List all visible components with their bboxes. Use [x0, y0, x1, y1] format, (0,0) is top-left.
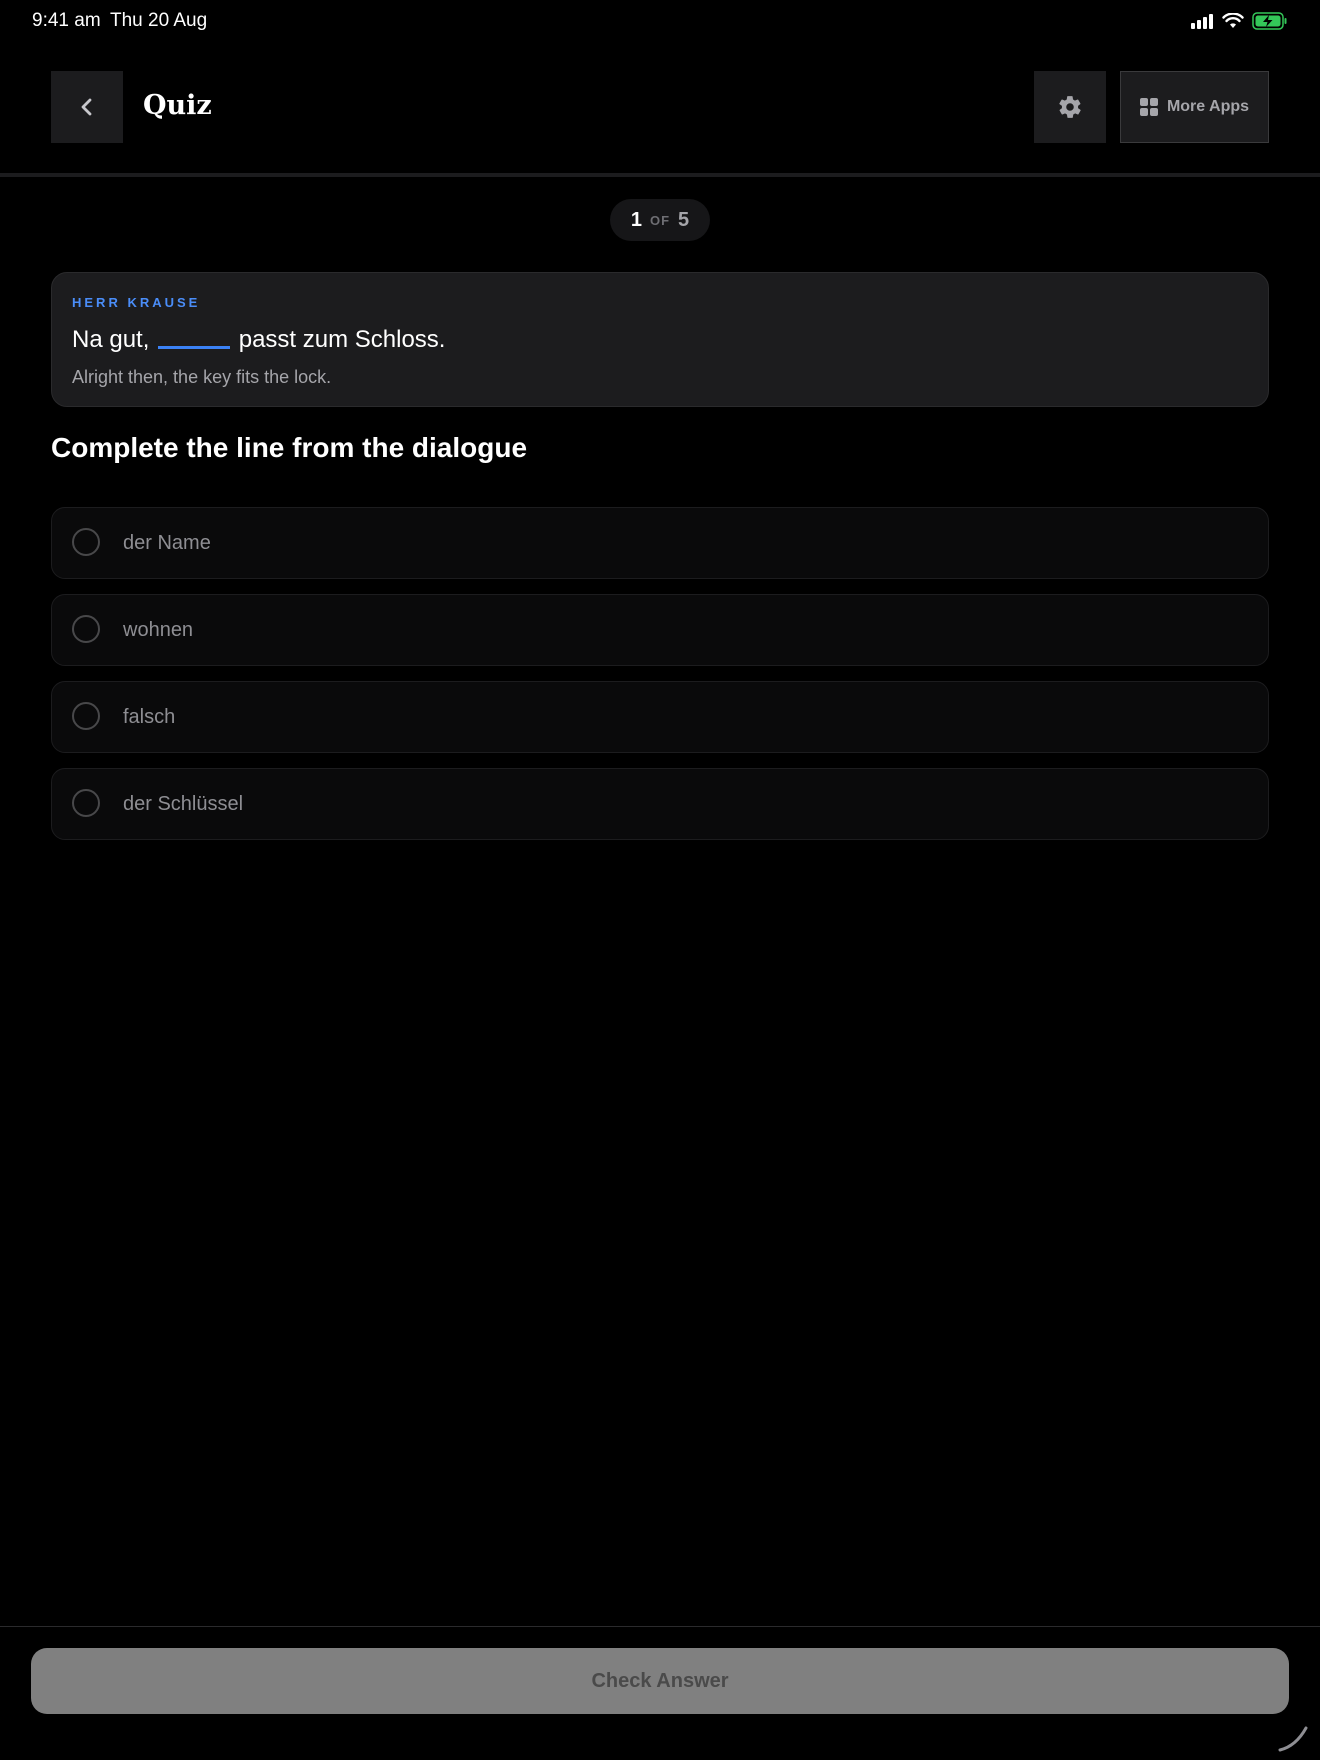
dialogue-sentence: Na gut, passt zum Schloss. [72, 324, 445, 354]
answer-option[interactable]: der Schlüssel [51, 768, 1269, 840]
check-answer-label: Check Answer [591, 1669, 729, 1692]
status-icons [1190, 12, 1288, 30]
more-apps-label: More Apps [1166, 98, 1250, 115]
radio-button[interactable] [72, 702, 100, 730]
sentence-after: passt zum Schloss. [238, 326, 446, 353]
option-label: falsch [123, 706, 176, 728]
speaker-name: HERR KRAUSE [72, 295, 201, 310]
back-button[interactable] [51, 71, 123, 143]
signal-icon [1191, 14, 1213, 29]
status-date: Thu 20 Aug [110, 10, 208, 31]
more-apps-button[interactable]: More Apps [1120, 71, 1269, 143]
radio-button[interactable] [72, 615, 100, 643]
settings-button[interactable] [1034, 71, 1106, 143]
answer-option[interactable]: der Name [51, 507, 1269, 579]
header-divider [0, 173, 1320, 177]
resize-handle-icon [1278, 1726, 1308, 1752]
radio-button[interactable] [72, 789, 100, 817]
option-label: der Name [123, 532, 211, 554]
answer-blank [158, 324, 231, 349]
battery-charging-icon [1252, 12, 1287, 30]
header: Quiz More Apps [0, 70, 1320, 144]
wifi-icon [1222, 13, 1244, 28]
footer-divider [0, 1626, 1320, 1627]
gear-icon [1059, 96, 1081, 118]
page-title: Quiz [143, 90, 212, 121]
progress-of: OF [649, 212, 671, 228]
answer-option[interactable]: falsch [51, 681, 1269, 753]
option-label: der Schlüssel [123, 793, 244, 815]
radio-button[interactable] [72, 528, 100, 556]
status-bar: 9:41 am Thu 20 Aug [0, 0, 1320, 40]
status-time: 9:41 am [32, 10, 101, 31]
progress-indicator: 1 OF 5 [610, 199, 710, 241]
chevron-left-icon [81, 98, 92, 116]
grid-icon [1139, 98, 1158, 116]
progress-current: 1 [630, 208, 642, 231]
sentence-before: Na gut, [72, 326, 150, 353]
dialogue-card: HERR KRAUSE Na gut, passt zum Schloss. A… [51, 272, 1269, 407]
check-answer-button[interactable]: Check Answer [31, 1648, 1289, 1714]
question-prompt: Complete the line from the dialogue [51, 432, 528, 463]
option-label: wohnen [123, 619, 194, 641]
answer-option[interactable]: wohnen [51, 594, 1269, 666]
dialogue-translation: Alright then, the key fits the lock. [72, 367, 332, 387]
progress-total: 5 [678, 208, 690, 231]
